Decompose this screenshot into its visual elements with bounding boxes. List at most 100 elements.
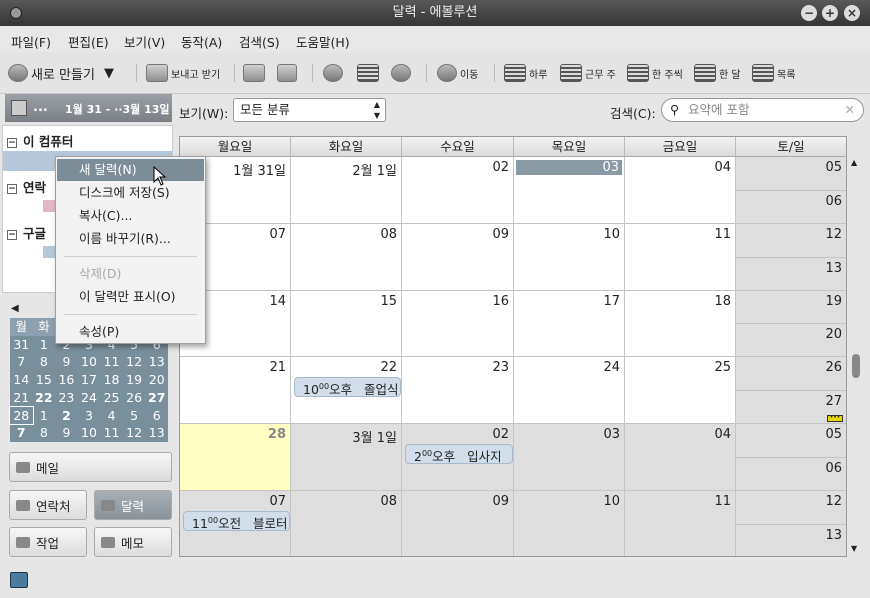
mini-cal-day[interactable]: 1 [33, 407, 56, 425]
day-cell[interactable]: 11 [625, 491, 736, 556]
calendar-event[interactable]: 1000오후 졸업식 [294, 377, 401, 397]
back-button[interactable] [323, 62, 343, 84]
mini-cal-day[interactable]: 31 [10, 336, 33, 354]
weekend-cell[interactable]: 05 [736, 424, 846, 458]
forward-button[interactable] [391, 62, 411, 84]
mini-cal-day[interactable]: 26 [123, 389, 146, 407]
search-input[interactable]: ⚲ 요약에 포함 ✕ [661, 98, 864, 122]
day-cell[interactable]: 24 [514, 357, 625, 424]
day-cell[interactable]: 02 [402, 157, 514, 224]
menu-view[interactable]: 보기(V) [124, 32, 165, 51]
mini-cal-day[interactable]: 4 [100, 407, 123, 425]
mini-cal-day[interactable]: 8 [33, 353, 56, 371]
day-cell[interactable]: 03 [514, 157, 625, 224]
day-cell[interactable]: 09 [402, 491, 514, 556]
context-menu-item[interactable]: 복사(C)... [57, 205, 204, 227]
collapse-icon[interactable]: − [7, 184, 17, 194]
scroll-down-icon[interactable]: ▼ [851, 544, 857, 553]
day-cell[interactable]: 17 [514, 291, 625, 357]
today-button[interactable] [357, 62, 379, 84]
weekend-cell[interactable]: 06 [736, 191, 846, 224]
print-button[interactable] [243, 62, 265, 84]
menu-file[interactable]: 파일(F) [11, 32, 51, 51]
mini-cal-day[interactable]: 9 [55, 424, 78, 442]
calendar-scrollbar[interactable]: ▲ ▼ [848, 156, 862, 557]
day-cell[interactable]: 04 [625, 424, 736, 491]
list-view-button[interactable]: 목록 [752, 62, 795, 84]
weekend-cell[interactable]: 13 [736, 525, 846, 556]
context-menu-item[interactable]: 이름 바꾸기(R)... [57, 228, 204, 250]
goto-button[interactable]: 이동 [437, 62, 478, 84]
mini-cal-day[interactable]: 21 [10, 389, 33, 407]
send-receive-button[interactable]: 보내고 받기 [146, 62, 220, 84]
mini-cal-day[interactable]: 13 [145, 353, 168, 371]
category-select[interactable]: 모든 분류 ▲ ▼ [233, 98, 386, 122]
weekend-cell[interactable]: 06 [736, 458, 846, 491]
scroll-thumb[interactable] [852, 354, 860, 378]
mini-cal-day[interactable]: 2 [55, 407, 78, 425]
day-cell[interactable]: 3월 1일 [291, 424, 402, 491]
mini-cal-day[interactable]: 13 [145, 424, 168, 442]
weekend-cell[interactable]: 12 [736, 491, 846, 525]
scroll-up-icon[interactable]: ▲ [851, 158, 857, 167]
day-cell[interactable]: 03 [514, 424, 625, 491]
menu-help[interactable]: 도움말(H) [296, 32, 350, 51]
mini-cal-day[interactable]: 7 [10, 424, 33, 442]
mini-cal-day[interactable]: 10 [78, 424, 101, 442]
mini-cal-day[interactable]: 12 [123, 424, 146, 442]
day-cell[interactable]: 21 [180, 357, 291, 424]
mini-cal-day[interactable]: 6 [145, 407, 168, 425]
mini-cal-day[interactable]: 10 [78, 353, 101, 371]
month-view-button[interactable]: 한 달 [694, 62, 741, 84]
week-view-button[interactable]: 한 주씩 [627, 62, 683, 84]
minimize-button[interactable]: − [801, 5, 817, 21]
day-cell[interactable]: 11 [625, 224, 736, 291]
day-cell[interactable]: 25 [625, 357, 736, 424]
mini-cal-day[interactable]: 22 [33, 389, 56, 407]
mini-cal-day[interactable]: 24 [78, 389, 101, 407]
weekend-cell[interactable]: 26 [736, 357, 846, 391]
mini-cal-day[interactable]: 8 [33, 424, 56, 442]
mini-cal-day[interactable]: 18 [100, 371, 123, 389]
weekend-cell[interactable]: 13 [736, 258, 846, 291]
day-cell[interactable]: 04 [625, 157, 736, 224]
day-cell[interactable]: 08 [291, 491, 402, 556]
switcher-contacts[interactable]: 연락처 [9, 490, 87, 520]
collapse-icon[interactable]: − [7, 230, 17, 240]
mini-cal-day[interactable]: 23 [55, 389, 78, 407]
weekend-cell[interactable]: 20 [736, 324, 846, 357]
mini-cal-day[interactable]: 11 [100, 424, 123, 442]
mini-cal-day[interactable]: 11 [100, 353, 123, 371]
mini-cal-day[interactable]: 19 [123, 371, 146, 389]
context-menu-item[interactable]: 디스크에 저장(S) [57, 182, 204, 204]
mini-cal-day[interactable]: 1 [33, 336, 56, 354]
day-cell[interactable]: 18 [625, 291, 736, 357]
day-cell[interactable]: 23 [402, 357, 514, 424]
mini-cal-day[interactable]: 3 [78, 407, 101, 425]
mini-cal-day[interactable]: 14 [10, 371, 33, 389]
switcher-calendar[interactable]: 달력 [94, 490, 172, 520]
maximize-button[interactable]: + [822, 5, 838, 21]
day-cell[interactable]: 08 [291, 224, 402, 291]
context-menu-item[interactable]: 이 달력만 표시(O) [57, 286, 204, 308]
menu-edit[interactable]: 편집(E) [68, 32, 109, 51]
weekend-cell[interactable]: 05 [736, 157, 846, 191]
context-menu-item[interactable]: 새 달력(N) [57, 159, 204, 181]
collapse-icon[interactable]: − [7, 138, 17, 148]
more-events-icon[interactable]: ••• [827, 415, 843, 422]
group-contacts[interactable]: − 연락 [7, 177, 46, 196]
group-google[interactable]: − 구글 [7, 223, 46, 242]
window-menu-icon[interactable] [10, 7, 22, 19]
mini-cal-day[interactable]: 27 [145, 389, 168, 407]
clear-icon[interactable]: ✕ [845, 99, 855, 121]
day-cell[interactable]: 15 [291, 291, 402, 357]
day-cell[interactable]: 2월 1일 [291, 157, 402, 224]
day-cell[interactable]: 09 [402, 224, 514, 291]
chevron-down-icon[interactable]: ▼ [104, 66, 114, 81]
mini-cal-day[interactable]: 25 [100, 389, 123, 407]
calendar-event[interactable]: 200오후 입사지 [405, 444, 513, 464]
group-this-computer[interactable]: − 이 컴퓨터 [7, 131, 73, 150]
mini-cal-day[interactable]: 20 [145, 371, 168, 389]
mini-cal-day[interactable]: 9 [55, 353, 78, 371]
weekend-cell[interactable]: 12 [736, 224, 846, 258]
